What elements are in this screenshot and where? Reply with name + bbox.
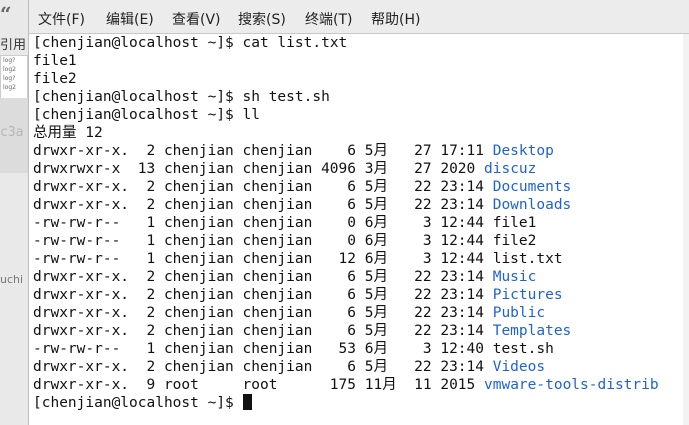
file-meta: drwxr-xr-x. 2 chenjian chenjian 6 5月 22 … <box>33 323 493 339</box>
listing-row: drwxr-xr-x. 2 chenjian chenjian 6 5月 22 … <box>33 304 659 322</box>
text-cursor <box>242 394 252 410</box>
quote-mark: “ <box>0 2 12 26</box>
listing-row: drwxr-xr-x. 2 chenjian chenjian 6 5月 22 … <box>33 268 659 286</box>
scrollbar[interactable] <box>683 34 689 425</box>
directory-name: Public <box>492 305 546 321</box>
terminal-window[interactable]: 文件(F) 编辑(E) 查看(V) 搜索(S) 终端(T) 帮助(H) [che… <box>29 0 689 425</box>
directory-name: Documents <box>492 179 572 195</box>
command-text: sh test.sh <box>242 89 330 105</box>
file-name: file1 <box>492 215 537 231</box>
file-meta: drwxr-xr-x. 2 chenjian chenjian 6 5月 22 … <box>33 359 493 375</box>
menu-view[interactable]: 查看(V) <box>172 9 221 29</box>
output-line: file2 <box>33 71 77 87</box>
menu-edit[interactable]: 编辑(E) <box>106 9 154 29</box>
directory-name: Videos <box>492 359 546 375</box>
directory-name: Templates <box>492 323 572 339</box>
listing-row: drwxr-xr-x. 9 root root 175 11月 11 2015 … <box>33 376 659 394</box>
listing-row: drwxrwxr-x 13 chenjian chenjian 4096 3月 … <box>33 160 659 178</box>
prompt-line: [chenjian@localhost ~]$ ll <box>33 106 659 124</box>
menu-terminal[interactable]: 终端(T) <box>305 9 352 29</box>
file-meta: drwxr-xr-x. 2 chenjian chenjian 6 5月 22 … <box>33 305 493 321</box>
listing-row: -rw-rw-r-- 1 chenjian chenjian 0 6月 3 12… <box>33 214 659 232</box>
prompt: [chenjian@localhost ~]$ <box>33 89 243 105</box>
log-line: log? <box>3 75 16 82</box>
listing-row: -rw-rw-r-- 1 chenjian chenjian 53 6月 3 1… <box>33 340 659 358</box>
listing-row: drwxr-xr-x. 2 chenjian chenjian 6 5月 27 … <box>33 142 659 160</box>
directory-name: Music <box>492 269 537 285</box>
directory-name: Pictures <box>492 287 563 303</box>
background-window: “ 引用 log? log2 log? log2 c3a uchi <box>0 0 29 425</box>
listing-row: drwxr-xr-x. 2 chenjian chenjian 6 5月 22 … <box>33 286 659 304</box>
listing-row: drwxr-xr-x. 2 chenjian chenjian 6 5月 22 … <box>33 178 659 196</box>
file-meta: drwxr-xr-x. 2 chenjian chenjian 6 5月 22 … <box>33 269 493 285</box>
left-window-text-uchi: uchi <box>0 273 24 286</box>
menu-search[interactable]: 搜索(S) <box>238 9 286 29</box>
command-text: cat list.txt <box>242 35 348 51</box>
left-window-text-c3a: c3a <box>0 125 24 140</box>
left-window-log-box: log? log2 log? log2 <box>0 55 28 99</box>
menu-bar: 文件(F) 编辑(E) 查看(V) 搜索(S) 终端(T) 帮助(H) <box>29 0 689 34</box>
output-line: 总用量 12 <box>33 125 103 141</box>
file-meta: drwxr-xr-x. 2 chenjian chenjian 6 5月 27 … <box>33 143 493 159</box>
directory-name: Desktop <box>492 143 554 159</box>
left-window-text: 引用 <box>0 38 27 53</box>
file-meta: -rw-rw-r-- 1 chenjian chenjian 0 6月 3 12… <box>33 215 493 231</box>
listing-row: drwxr-xr-x. 2 chenjian chenjian 6 5月 22 … <box>33 322 659 340</box>
menu-file[interactable]: 文件(F) <box>38 9 85 29</box>
file-meta: drwxr-xr-x. 2 chenjian chenjian 6 5月 22 … <box>33 197 493 213</box>
directory-name: Downloads <box>492 197 572 213</box>
prompt: [chenjian@localhost ~]$ <box>33 35 243 51</box>
file-name: test.sh <box>492 341 554 357</box>
file-name: file2 <box>492 233 537 249</box>
command-text: ll <box>242 107 260 123</box>
terminal-output[interactable]: [chenjian@localhost ~]$ cat list.txt file… <box>33 34 659 412</box>
directory-name: vmware-tools-distrib <box>484 377 659 393</box>
log-line: log2 <box>3 66 16 73</box>
file-meta: drwxrwxr-x 13 chenjian chenjian 4096 3月 … <box>33 161 484 177</box>
file-meta: -rw-rw-r-- 1 chenjian chenjian 53 6月 3 1… <box>33 341 493 357</box>
prompt: [chenjian@localhost ~]$ <box>33 395 243 411</box>
prompt: [chenjian@localhost ~]$ <box>33 107 243 123</box>
listing-row: drwxr-xr-x. 2 chenjian chenjian 6 5月 22 … <box>33 196 659 214</box>
output-line: file1 <box>33 53 77 69</box>
file-name: list.txt <box>492 251 563 267</box>
file-meta: drwxr-xr-x. 9 root root 175 11月 11 2015 <box>33 377 484 393</box>
directory-name: discuz <box>484 161 537 177</box>
prompt-line: [chenjian@localhost ~]$ sh test.sh <box>33 88 659 106</box>
listing-row: drwxr-xr-x. 2 chenjian chenjian 6 5月 22 … <box>33 358 659 376</box>
file-meta: drwxr-xr-x. 2 chenjian chenjian 6 5月 22 … <box>33 179 493 195</box>
file-meta: drwxr-xr-x. 2 chenjian chenjian 6 5月 22 … <box>33 287 493 303</box>
file-meta: -rw-rw-r-- 1 chenjian chenjian 0 6月 3 12… <box>33 233 493 249</box>
log-line: log? <box>3 57 16 64</box>
prompt-line: [chenjian@localhost ~]$ <box>33 394 659 412</box>
file-meta: -rw-rw-r-- 1 chenjian chenjian 12 6月 3 1… <box>33 251 493 267</box>
listing-row: -rw-rw-r-- 1 chenjian chenjian 12 6月 3 1… <box>33 250 659 268</box>
log-line: log2 <box>3 84 16 91</box>
listing-row: -rw-rw-r-- 1 chenjian chenjian 0 6月 3 12… <box>33 232 659 250</box>
prompt-line: [chenjian@localhost ~]$ cat list.txt <box>33 34 659 52</box>
menu-help[interactable]: 帮助(H) <box>371 9 420 29</box>
